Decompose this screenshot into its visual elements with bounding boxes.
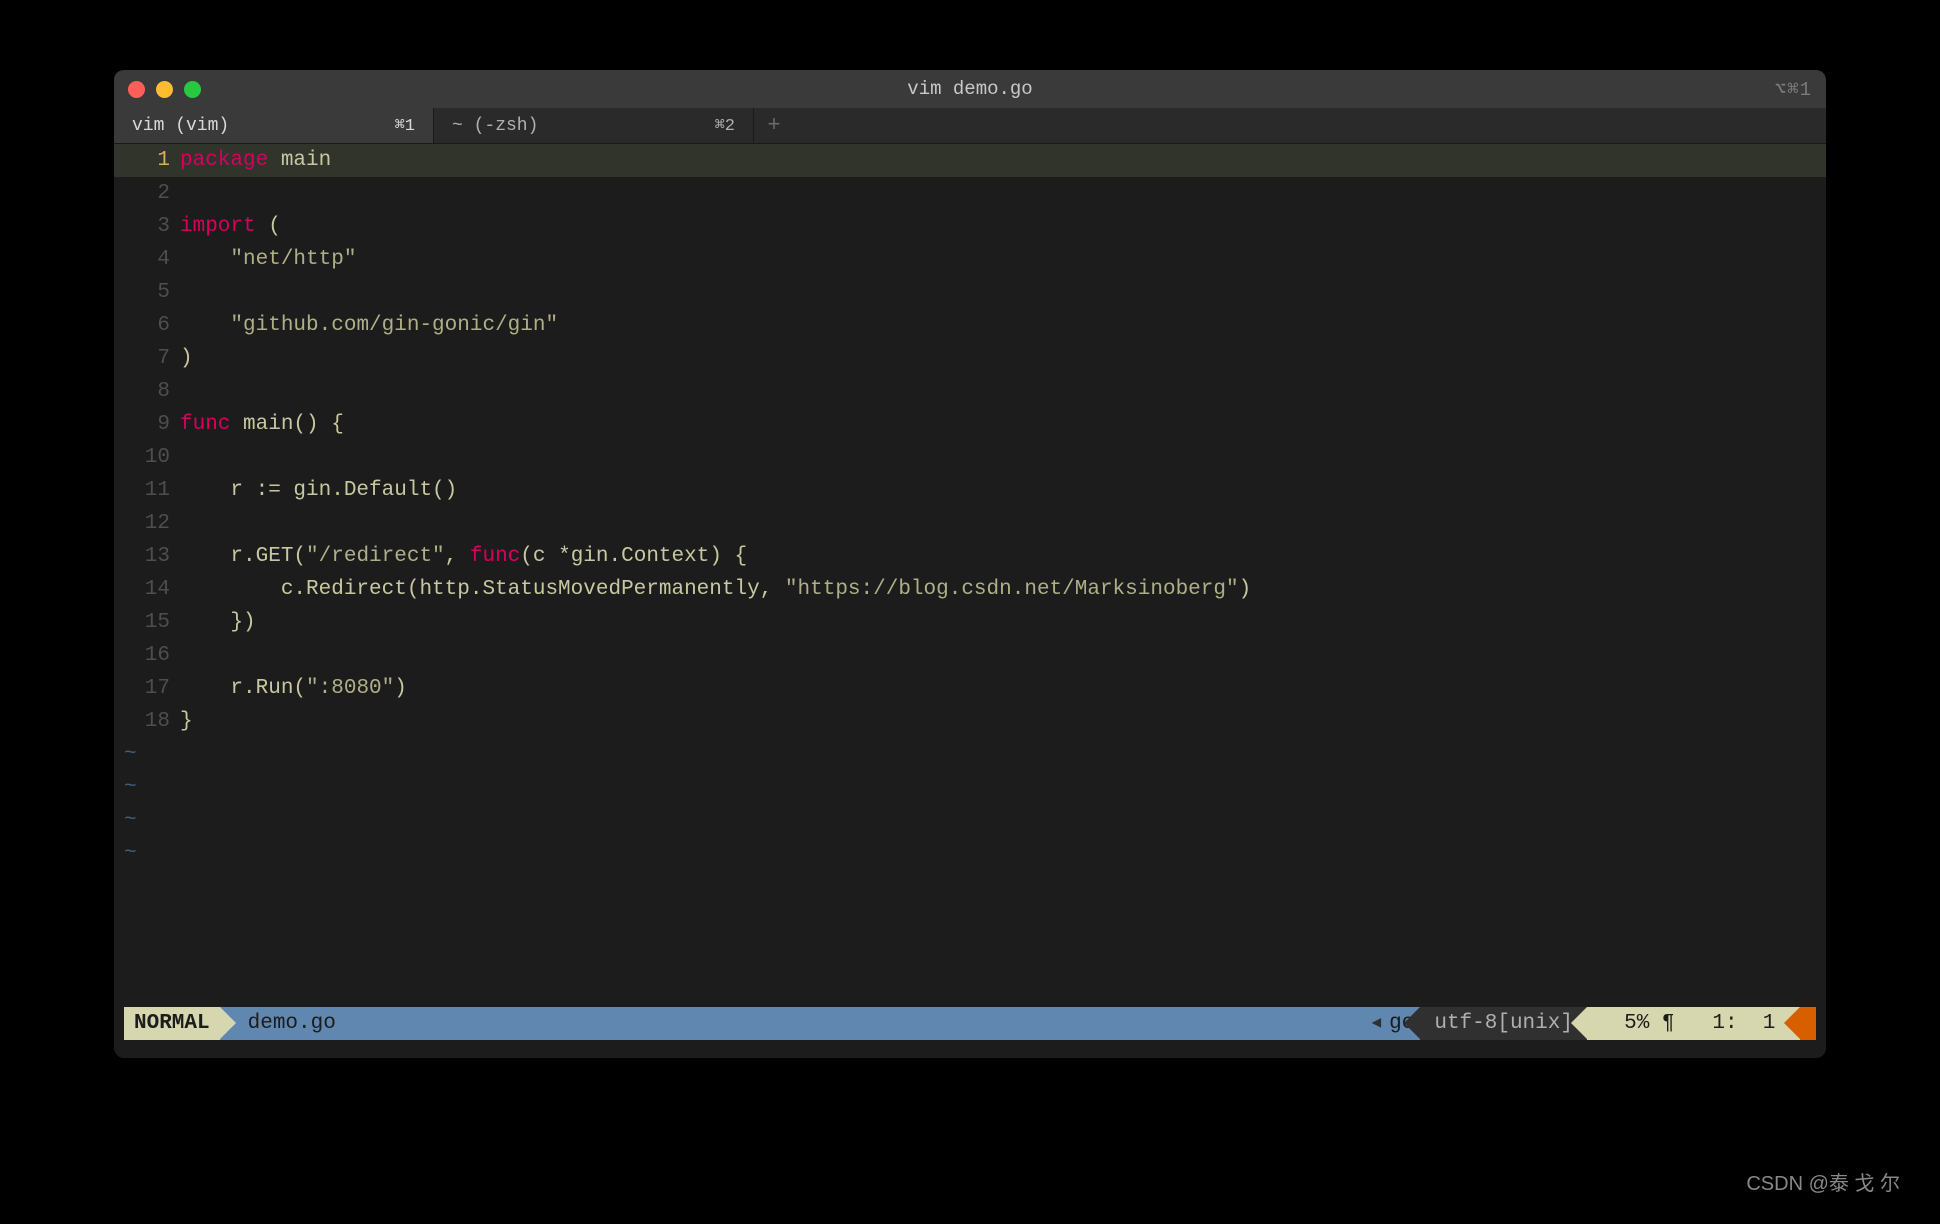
- line-number: 9: [114, 408, 180, 441]
- code-line[interactable]: 13 r.GET("/redirect", func(c *gin.Contex…: [114, 540, 1826, 573]
- code-content: c.Redirect(http.StatusMovedPermanently, …: [180, 573, 1826, 606]
- line-number: 2: [114, 177, 180, 210]
- empty-line-tilde: ~: [114, 738, 1826, 771]
- empty-line-tilde: ~: [114, 771, 1826, 804]
- tab-0[interactable]: vim (vim) ⌘1: [114, 108, 434, 143]
- line-number: 6: [114, 309, 180, 342]
- code-content: [180, 441, 1826, 474]
- code-line[interactable]: 10: [114, 441, 1826, 474]
- titlebar: vim demo.go ⌥⌘1: [114, 70, 1826, 108]
- code-content: }): [180, 606, 1826, 639]
- code-line[interactable]: 18}: [114, 705, 1826, 738]
- code-content: func main() {: [180, 408, 1826, 441]
- code-line[interactable]: 17 r.Run(":8080"): [114, 672, 1826, 705]
- code-content: import (: [180, 210, 1826, 243]
- line-number: 5: [114, 276, 180, 309]
- code-content: "github.com/gin-gonic/gin": [180, 309, 1826, 342]
- line-number: 8: [114, 375, 180, 408]
- empty-line-tilde: ~: [114, 804, 1826, 837]
- code-line[interactable]: 3import (: [114, 210, 1826, 243]
- code-content: [180, 177, 1826, 210]
- code-line[interactable]: 2: [114, 177, 1826, 210]
- minimize-icon[interactable]: [156, 81, 173, 98]
- code-content: [180, 276, 1826, 309]
- code-line[interactable]: 1package main: [114, 144, 1826, 177]
- status-bar: NORMAL demo.go ◀ go utf-8[unix] 5% ¶ 1: …: [124, 1007, 1816, 1040]
- status-end-marker: [1800, 1007, 1816, 1040]
- code-content: ): [180, 342, 1826, 375]
- code-content: "net/http": [180, 243, 1826, 276]
- terminal-window: vim demo.go ⌥⌘1 vim (vim) ⌘1 ~ (-zsh) ⌘2 + 1…: [114, 70, 1826, 1058]
- code-content: [180, 375, 1826, 408]
- line-number: 13: [114, 540, 180, 573]
- line-number: 14: [114, 573, 180, 606]
- line-number: 16: [114, 639, 180, 672]
- code-content: r := gin.Default(): [180, 474, 1826, 507]
- code-content: r.Run(":8080"): [180, 672, 1826, 705]
- tab-1[interactable]: ~ (-zsh) ⌘2: [434, 108, 754, 143]
- tab-shortcut: ⌘1: [395, 115, 415, 136]
- window-title: vim demo.go: [907, 78, 1032, 100]
- line-number: 4: [114, 243, 180, 276]
- code-line[interactable]: 4 "net/http": [114, 243, 1826, 276]
- line-number: 15: [114, 606, 180, 639]
- status-position: 5% ¶ 1: 1: [1587, 1007, 1800, 1040]
- empty-line-tilde: ~: [114, 837, 1826, 870]
- code-line[interactable]: 12: [114, 507, 1826, 540]
- code-line[interactable]: 6 "github.com/gin-gonic/gin": [114, 309, 1826, 342]
- line-number: 3: [114, 210, 180, 243]
- line-number: 17: [114, 672, 180, 705]
- maximize-icon[interactable]: [184, 81, 201, 98]
- code-line[interactable]: 16: [114, 639, 1826, 672]
- status-filename: demo.go: [248, 1007, 336, 1040]
- code-line[interactable]: 9func main() {: [114, 408, 1826, 441]
- code-content: }: [180, 705, 1826, 738]
- code-line[interactable]: 7): [114, 342, 1826, 375]
- code-line[interactable]: 8: [114, 375, 1826, 408]
- editor-area[interactable]: 1package main23import (4 "net/http"56 "g…: [114, 144, 1826, 1006]
- line-number: 1: [114, 144, 180, 177]
- traffic-lights: [128, 81, 201, 98]
- code-line[interactable]: 14 c.Redirect(http.StatusMovedPermanentl…: [114, 573, 1826, 606]
- close-icon[interactable]: [128, 81, 145, 98]
- line-number: 12: [114, 507, 180, 540]
- line-number: 18: [114, 705, 180, 738]
- code-line[interactable]: 5: [114, 276, 1826, 309]
- tab-bar: vim (vim) ⌘1 ~ (-zsh) ⌘2 +: [114, 108, 1826, 144]
- status-encoding: utf-8[unix]: [1420, 1007, 1587, 1040]
- tab-shortcut: ⌘2: [715, 115, 735, 136]
- watermark: CSDN @泰 戈 尔: [1746, 1167, 1900, 1196]
- new-tab-button[interactable]: +: [754, 108, 794, 143]
- left-triangle-icon: ◀: [1371, 1007, 1381, 1040]
- status-filename-section: demo.go ◀ go: [220, 1007, 1421, 1040]
- code-content: r.GET("/redirect", func(c *gin.Context) …: [180, 540, 1826, 573]
- code-content: [180, 639, 1826, 672]
- line-number: 11: [114, 474, 180, 507]
- code-content: [180, 507, 1826, 540]
- tab-label: ~ (-zsh): [452, 116, 538, 136]
- code-line[interactable]: 15 }): [114, 606, 1826, 639]
- line-number: 10: [114, 441, 180, 474]
- window-shortcut: ⌥⌘1: [1775, 78, 1812, 101]
- code-line[interactable]: 11 r := gin.Default(): [114, 474, 1826, 507]
- vim-mode: NORMAL: [124, 1007, 220, 1040]
- tab-label: vim (vim): [132, 116, 229, 136]
- line-number: 7: [114, 342, 180, 375]
- code-content: package main: [180, 144, 1826, 177]
